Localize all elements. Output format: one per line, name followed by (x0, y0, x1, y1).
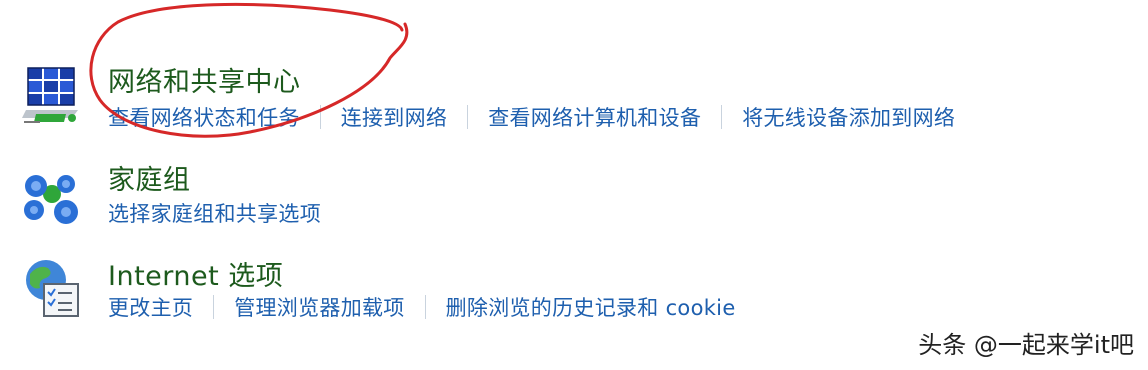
link-separator (721, 105, 723, 129)
view-network-computers-link[interactable]: 查看网络计算机和设备 (488, 102, 701, 132)
internet-options-title[interactable]: Internet 选项 (108, 254, 283, 293)
link-separator (213, 295, 215, 319)
homegroup-section: 家庭组 选择家庭组和共享选项 (0, 140, 1148, 240)
internet-options-icon[interactable] (20, 256, 84, 320)
connect-to-network-link[interactable]: 连接到网络 (341, 102, 448, 132)
view-network-status-link[interactable]: 查看网络状态和任务 (108, 102, 300, 132)
change-homepage-link[interactable]: 更改主页 (108, 292, 193, 322)
network-links: 查看网络状态和任务 连接到网络 查看网络计算机和设备 将无线设备添加到网络 (108, 102, 955, 132)
network-section: 网络和共享中心 查看网络状态和任务 连接到网络 查看网络计算机和设备 将无线设备… (0, 0, 1148, 140)
link-separator (319, 105, 321, 129)
link-separator (467, 105, 469, 129)
internet-options-links: 更改主页 管理浏览器加载项 删除浏览的历史记录和 cookie (108, 292, 736, 322)
manage-addons-link[interactable]: 管理浏览器加载项 (234, 292, 404, 322)
add-wireless-device-link[interactable]: 将无线设备添加到网络 (742, 102, 955, 132)
network-icon[interactable] (20, 62, 84, 126)
link-separator (424, 295, 426, 319)
delete-browsing-history-link[interactable]: 删除浏览的历史记录和 cookie (446, 292, 736, 322)
homegroup-links: 选择家庭组和共享选项 (108, 198, 321, 228)
homegroup-title[interactable]: 家庭组 (108, 158, 191, 197)
homegroup-icon[interactable] (20, 164, 84, 228)
choose-homegroup-sharing-link[interactable]: 选择家庭组和共享选项 (108, 198, 321, 228)
watermark-text: 头条 @一起来学it吧 (918, 331, 1134, 359)
network-sharing-center-title[interactable]: 网络和共享中心 (108, 60, 301, 99)
